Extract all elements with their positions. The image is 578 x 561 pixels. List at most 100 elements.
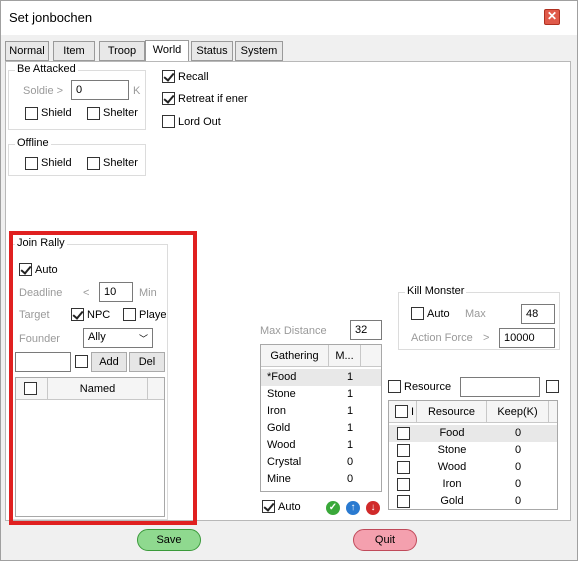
gathering-row-wood[interactable]: Wood 1 [261, 437, 381, 454]
offline-shelter-checkbox[interactable] [87, 157, 100, 170]
gathering-row-name: Gold [267, 422, 291, 434]
retreat-label: Retreat if ener [178, 93, 248, 105]
rally-select-all-cell [16, 378, 48, 400]
soldier-input[interactable]: 0 [71, 80, 129, 100]
resource-row-keep: 0 [515, 478, 522, 490]
deadline-label: Deadline [19, 287, 63, 299]
resource-table-header: I Resource Keep(K) [389, 401, 557, 423]
gathering-row-crystal[interactable]: Crystal 0 [261, 454, 381, 471]
save-button[interactable]: Save [137, 529, 201, 551]
resource-table: I Resource Keep(K) Food 0 Stone 0 Wood 0 [388, 400, 558, 510]
deadline-op: < [83, 287, 90, 299]
lord-out-label: Lord Out [178, 116, 221, 128]
kill-monster-group: Kill Monster Auto Max 48 Action Force > … [398, 285, 560, 350]
recall-checkbox[interactable] [162, 70, 175, 83]
resource-select-cell: I [389, 401, 417, 423]
rally-name-input[interactable] [15, 352, 71, 372]
add-button[interactable]: Add [91, 352, 127, 372]
resource-row-food[interactable]: Food 0 [389, 425, 557, 442]
npc-checkbox[interactable] [71, 308, 84, 321]
gathering-row-value: 0 [347, 473, 354, 485]
gathering-row-mine[interactable]: Mine 0 [261, 471, 381, 488]
join-rally-group: Join Rally Auto Deadline < 10 Min Target… [12, 237, 168, 520]
monster-auto-checkbox[interactable] [411, 307, 424, 320]
m-column-header[interactable]: M... [329, 345, 361, 367]
resource-row-name: Iron [442, 478, 462, 490]
rally-select-all-checkbox[interactable] [24, 382, 37, 395]
player-checkbox[interactable] [123, 308, 136, 321]
shield-label: Shield [41, 107, 72, 119]
resource-row-name: Food [439, 427, 465, 439]
tab-world[interactable]: World [145, 40, 189, 62]
tab-troop[interactable]: Troop [99, 41, 145, 61]
quit-button[interactable]: Quit [353, 529, 417, 551]
resource-row-checkbox[interactable] [397, 495, 410, 508]
resource-row-keep: 0 [515, 495, 522, 507]
tab-status[interactable]: Status [191, 41, 233, 61]
gathering-row-name: Mine [267, 473, 291, 485]
offline-group: Offline Shield Shelter [8, 137, 146, 176]
deadline-unit: Min [139, 287, 157, 299]
gathering-row-value: 1 [347, 422, 354, 434]
gathering-row-stone[interactable]: Stone 1 [261, 386, 381, 403]
gathering-table-header: Gathering M... [261, 345, 381, 367]
resource-row-checkbox[interactable] [397, 444, 410, 457]
deadline-input[interactable]: 10 [99, 282, 133, 302]
gathering-row-value: 1 [347, 405, 354, 417]
move-up-icon[interactable]: ↑ [346, 501, 360, 515]
lord-out-checkbox[interactable] [162, 115, 175, 128]
rally-auto-checkbox[interactable] [19, 263, 32, 276]
gathering-row-gold[interactable]: Gold 1 [261, 420, 381, 437]
action-force-label: Action Force [411, 332, 473, 344]
offline-shield-checkbox[interactable] [25, 157, 38, 170]
resource-row-checkbox[interactable] [397, 461, 410, 474]
soldier-label: Soldie > [23, 85, 64, 97]
resource-checkbox[interactable] [388, 380, 401, 393]
resource-row-keep: 0 [515, 444, 522, 456]
action-force-input[interactable]: 10000 [499, 328, 555, 348]
resource-row-checkbox[interactable] [397, 478, 410, 491]
del-button[interactable]: Del [129, 352, 165, 372]
close-icon[interactable]: ✕ [544, 9, 560, 25]
gathering-row-food[interactable]: *Food 1 [261, 369, 381, 386]
resource-row-gold[interactable]: Gold 0 [389, 493, 557, 510]
monster-auto-label: Auto [427, 308, 450, 320]
resource-select-all-checkbox[interactable] [395, 405, 408, 418]
chevron-down-icon: ﹀ [138, 334, 148, 344]
resource-row-stone[interactable]: Stone 0 [389, 442, 557, 459]
move-down-icon[interactable]: ↓ [366, 501, 380, 515]
gathering-column-header[interactable]: Gathering [261, 345, 329, 367]
resource-row-keep: 0 [515, 461, 522, 473]
tab-item[interactable]: Item [53, 41, 95, 61]
resource-extra-checkbox[interactable] [546, 380, 559, 393]
shelter-checkbox[interactable] [87, 107, 100, 120]
rally-table-header: Named [16, 378, 164, 400]
gathering-row-iron[interactable]: Iron 1 [261, 403, 381, 420]
gathering-row-name: Iron [267, 405, 286, 417]
keep-column-header[interactable]: Keep(K) [487, 401, 549, 423]
offline-title: Offline [15, 137, 51, 149]
max-label: Max [465, 308, 486, 320]
be-attacked-title: Be Attacked [15, 63, 78, 75]
founder-value: Ally [88, 331, 106, 343]
max-input[interactable]: 48 [521, 304, 555, 324]
join-rally-title: Join Rally [15, 237, 67, 249]
shield-checkbox[interactable] [25, 107, 38, 120]
tab-normal[interactable]: Normal [5, 41, 49, 61]
resource-row-iron[interactable]: Iron 0 [389, 476, 557, 493]
tab-system[interactable]: System [235, 41, 283, 61]
confirm-check-icon[interactable]: ✓ [326, 501, 340, 515]
gathering-row-name: Wood [267, 439, 296, 451]
resource-input[interactable] [460, 377, 540, 397]
settings-window: Set jonbochen ✕ Normal Item Troop World … [0, 0, 578, 561]
max-distance-label: Max Distance [260, 325, 327, 337]
founder-select[interactable]: Ally ﹀ [83, 328, 153, 348]
resource-row-wood[interactable]: Wood 0 [389, 459, 557, 476]
max-distance-input[interactable]: 32 [350, 320, 382, 340]
resource-row-checkbox[interactable] [397, 427, 410, 440]
retreat-checkbox[interactable] [162, 92, 175, 105]
gathering-auto-checkbox[interactable] [262, 500, 275, 513]
rally-name-checkbox[interactable] [75, 355, 88, 368]
resource-column-header[interactable]: Resource [417, 401, 487, 423]
named-column-header[interactable]: Named [48, 378, 148, 400]
